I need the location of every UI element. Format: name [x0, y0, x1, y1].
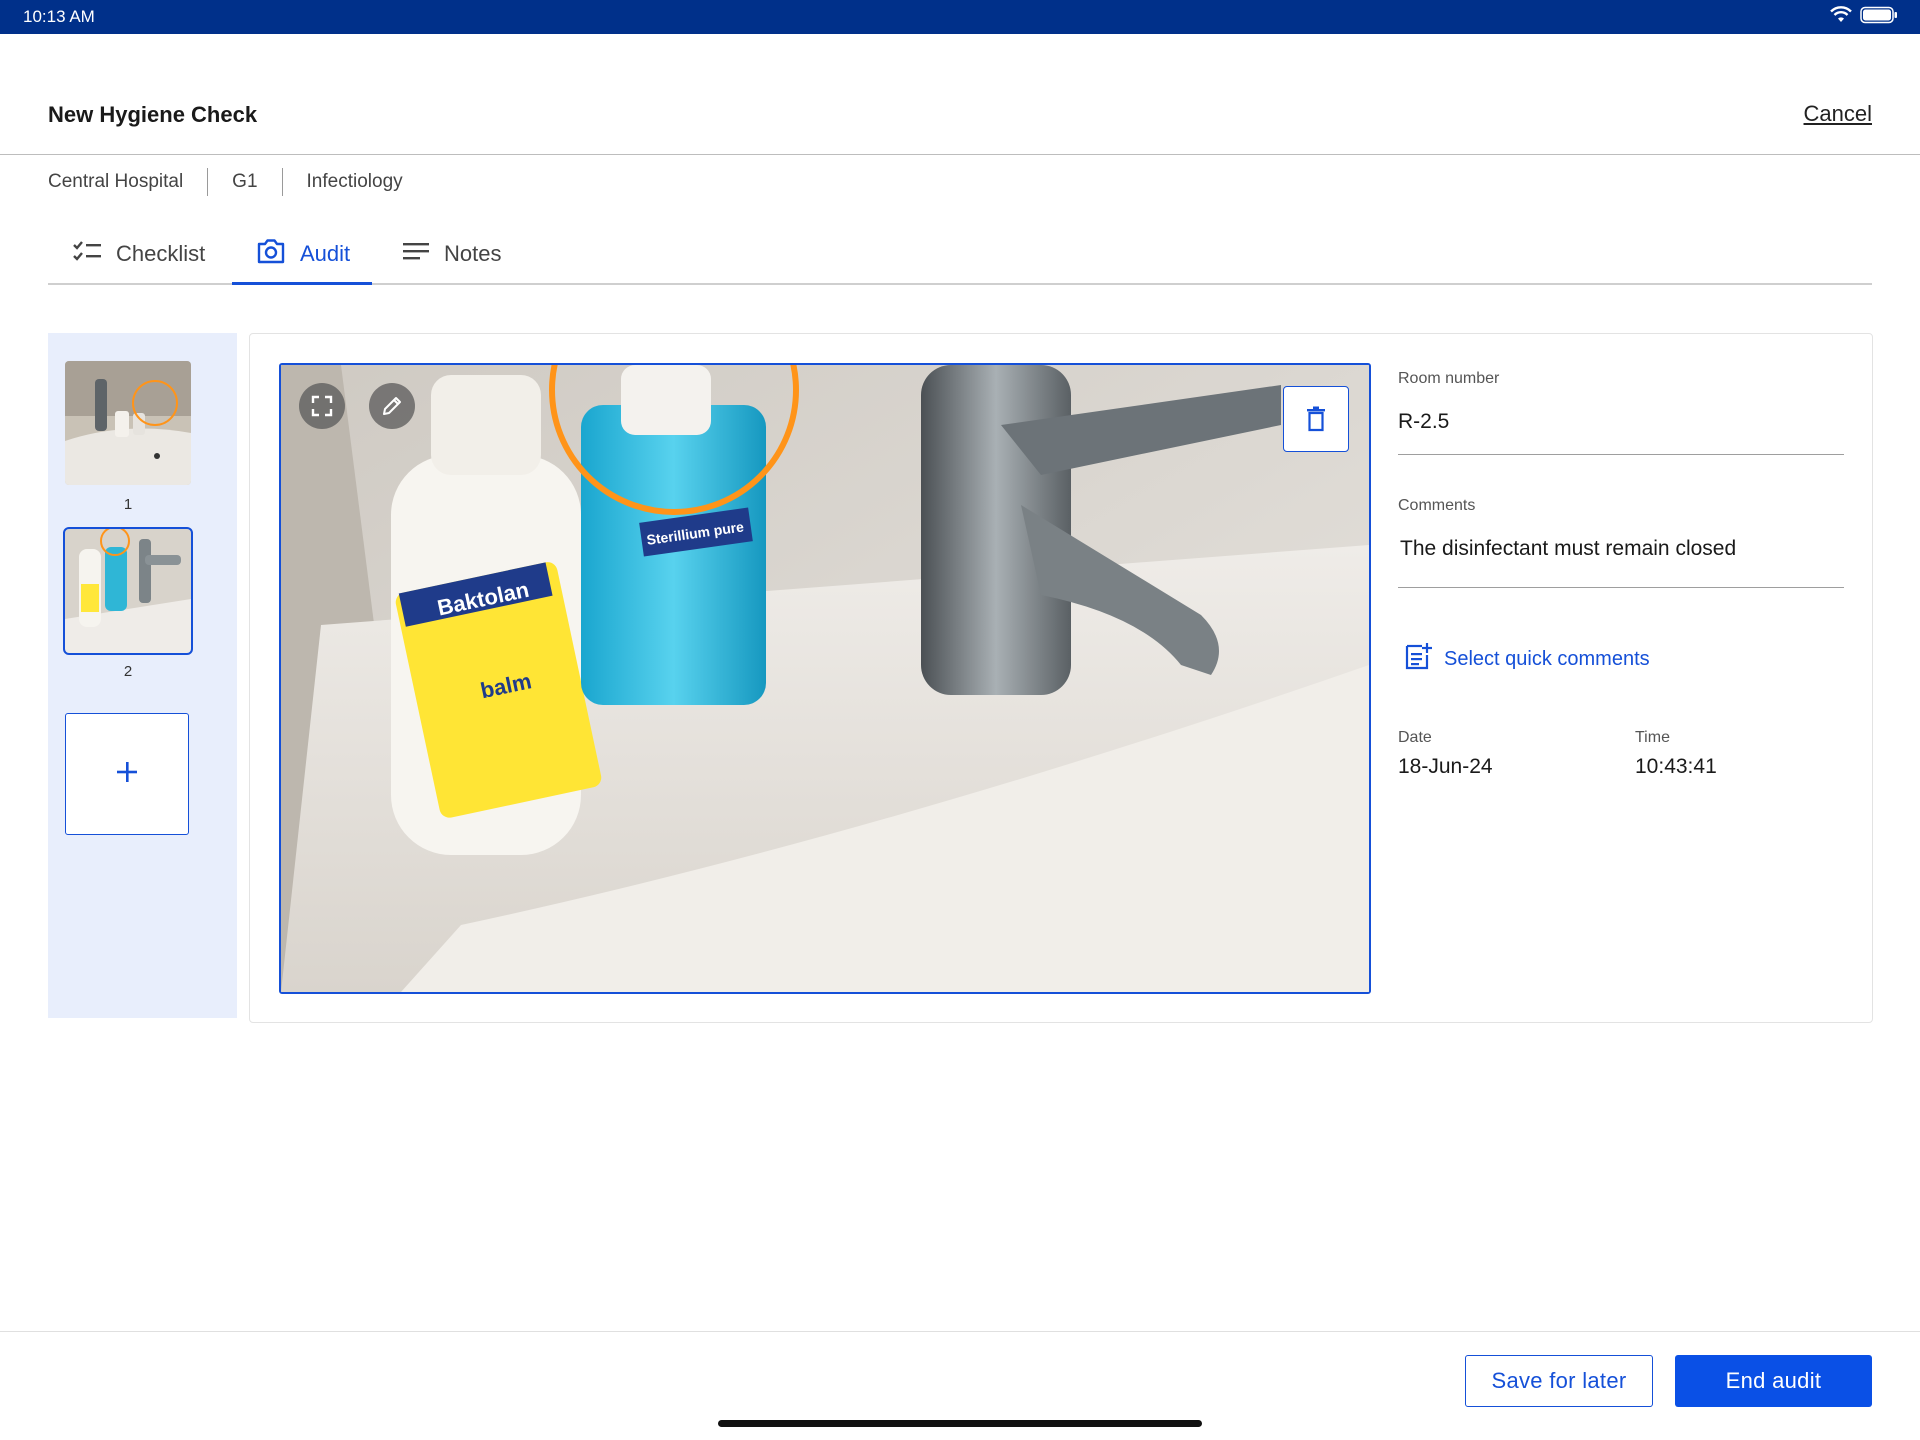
plus-icon	[115, 760, 139, 789]
tab-notes-label: Notes	[444, 241, 502, 266]
battery-icon	[1860, 6, 1898, 29]
delete-photo-button[interactable]	[1283, 386, 1349, 452]
page-title: New Hygiene Check	[48, 102, 258, 127]
breadcrumb-divider	[281, 168, 283, 196]
thumbnail-panel: 1 2	[48, 333, 237, 1018]
room-number-label: Room number	[1398, 370, 1500, 387]
status-time: 10:13 AM	[23, 7, 95, 26]
edit-photo-button[interactable]	[369, 383, 415, 429]
room-number-underline	[1398, 454, 1844, 455]
time-value: 10:43:41	[1635, 755, 1717, 778]
add-photo-button[interactable]	[65, 713, 189, 835]
tab-audit-label: Audit	[300, 241, 351, 266]
end-audit-button[interactable]: End audit	[1675, 1355, 1872, 1407]
breadcrumb: Central Hospital G1 Infectiology	[48, 168, 403, 196]
audit-card: Baktolan balm Sterillium pure Room numbe…	[249, 333, 1873, 1023]
cancel-button[interactable]: Cancel	[1804, 101, 1872, 127]
breadcrumb-hospital[interactable]: Central Hospital	[48, 171, 183, 193]
room-number-field[interactable]: R-2.5	[1398, 410, 1449, 434]
photo-thumbnail[interactable]	[65, 361, 191, 485]
quick-comments-label: Select quick comments	[1444, 647, 1650, 670]
comments-underline	[1398, 587, 1844, 588]
breadcrumb-department[interactable]: Infectiology	[307, 171, 403, 193]
wifi-icon	[1830, 6, 1852, 29]
date-value: 18-Jun-24	[1398, 755, 1493, 778]
header: New Hygiene Check Cancel	[0, 34, 1920, 155]
fullscreen-button[interactable]	[299, 383, 345, 429]
status-bar: 10:13 AM	[0, 0, 1920, 34]
tab-bar: Checklist Audit Notes	[48, 225, 1872, 285]
comments-field[interactable]: The disinfectant must remain closed	[1400, 537, 1736, 561]
breadcrumb-building[interactable]: G1	[232, 171, 257, 193]
thumbnail-number: 2	[123, 663, 133, 680]
pencil-icon	[381, 395, 403, 417]
time-label: Time	[1635, 729, 1670, 746]
save-for-later-button[interactable]: Save for later	[1465, 1355, 1653, 1407]
comments-label: Comments	[1398, 497, 1476, 514]
tab-notes[interactable]: Notes	[402, 225, 501, 283]
audit-photo[interactable]: Baktolan balm Sterillium pure	[279, 363, 1371, 994]
tab-checklist-label: Checklist	[116, 241, 206, 266]
photo-thumbnail-selected[interactable]	[63, 527, 193, 655]
tab-audit[interactable]: Audit	[231, 225, 373, 285]
fullscreen-icon	[311, 395, 333, 417]
date-label: Date	[1398, 729, 1432, 746]
thumbnail-number: 1	[123, 496, 133, 513]
tab-checklist[interactable]: Checklist	[72, 225, 205, 283]
select-quick-comments-button[interactable]: Select quick comments	[1404, 642, 1650, 676]
camera-icon	[256, 238, 286, 270]
home-indicator[interactable]	[718, 1420, 1202, 1427]
breadcrumb-divider	[207, 168, 209, 196]
checklist-icon	[72, 239, 102, 269]
notes-icon	[402, 240, 430, 268]
quick-comments-icon	[1404, 642, 1432, 676]
trash-icon	[1306, 406, 1326, 432]
